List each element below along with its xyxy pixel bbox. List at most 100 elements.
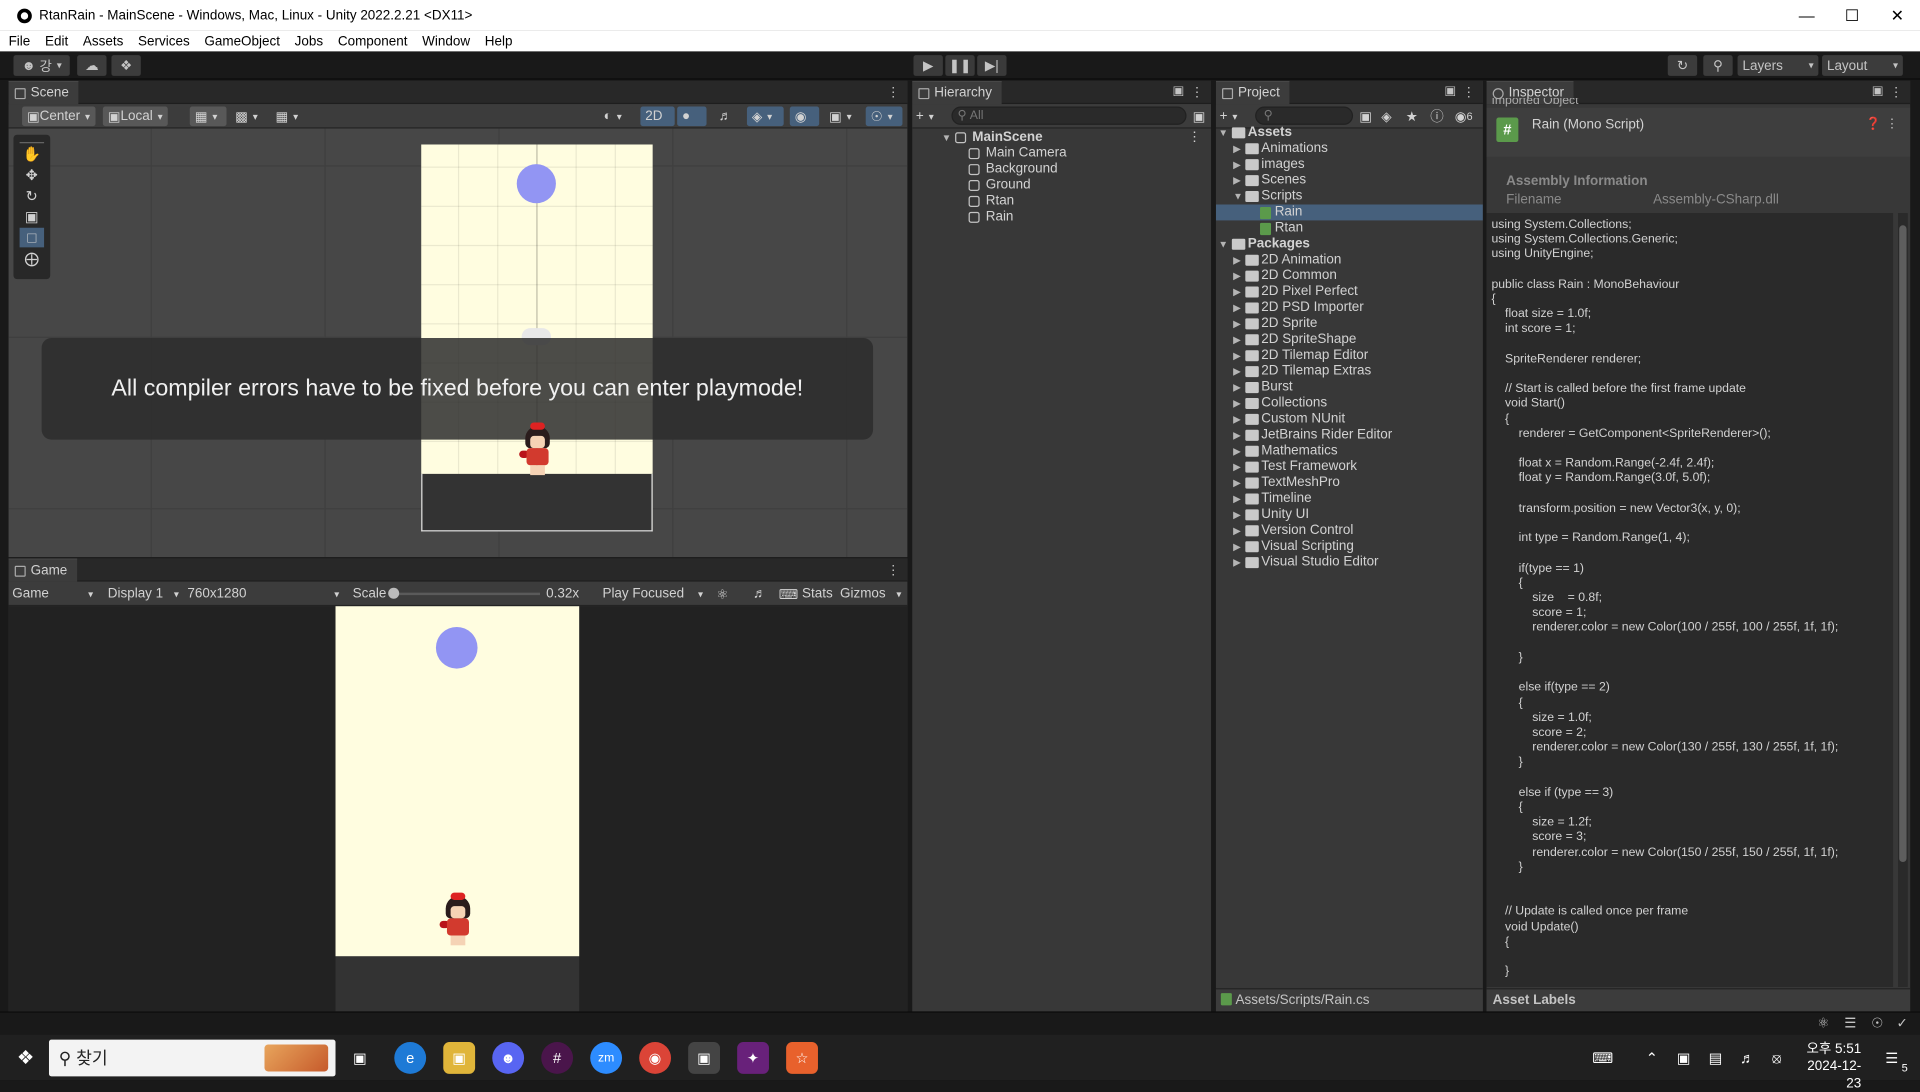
lock-icon[interactable]: ▣ [1872, 84, 1884, 97]
layout-dropdown[interactable]: Layout ▾ [1822, 55, 1903, 76]
check-icon[interactable]: ✓ [1896, 1015, 1907, 1031]
menu-edit[interactable]: Edit [39, 34, 74, 49]
wifi-icon[interactable]: ▤ [1700, 1042, 1732, 1074]
transform-tool-icon[interactable]: ⨁ [20, 249, 44, 269]
chrome-icon[interactable]: ◉ [639, 1042, 672, 1074]
camera-dropdown[interactable]: ▣ ▾ [824, 106, 861, 127]
stats-button[interactable]: Stats [798, 584, 836, 604]
effects-dropdown[interactable]: ◈ ▾ [746, 106, 784, 127]
lock-icon[interactable]: ▣ [1444, 84, 1456, 97]
grid-snap-button[interactable]: ▦ ▾ [189, 106, 227, 127]
package-item[interactable]: ▶ 2D Sprite [1216, 316, 1483, 332]
tab-project[interactable]: Project [1215, 80, 1290, 105]
rect-tool-icon[interactable]: □ [19, 227, 45, 248]
git-client-icon[interactable]: ☆ [786, 1042, 818, 1074]
volume-icon[interactable]: ♬ [1731, 1042, 1763, 1074]
layers-stack-icon[interactable]: ☰ [1844, 1015, 1856, 1031]
package-item[interactable]: ▶ Visual Scripting [1216, 539, 1483, 555]
script-source-view[interactable]: using System.Collections; using System.C… [1486, 213, 1894, 987]
close-button[interactable]: ✕ [1875, 0, 1920, 31]
bug-icon[interactable]: ⚛ [713, 584, 732, 604]
blocked-icon[interactable]: ⦻ [1761, 1042, 1793, 1074]
kebab-menu-icon[interactable]: ⋮ [1462, 84, 1475, 101]
gizmos-dropdown[interactable]: Gizmos ▾ [836, 584, 905, 604]
undo-history-button[interactable]: ↻ [1667, 55, 1698, 76]
grid-toggle-button[interactable]: ▦ ▾ [270, 106, 308, 127]
package-item[interactable]: ▶ Collections [1216, 396, 1483, 412]
visual-studio-icon[interactable]: ✦ [737, 1042, 769, 1074]
cloud-button[interactable]: ☁ [77, 55, 107, 76]
speaker-icon[interactable]: ♬ [749, 584, 770, 604]
move-tool-icon[interactable]: ✥ [20, 165, 44, 185]
package-item[interactable]: ▶ 2D Tilemap Extras [1216, 364, 1483, 380]
menu-component[interactable]: Component [332, 34, 414, 49]
package-item[interactable]: ▶ 2D SpriteShape [1216, 332, 1483, 348]
hierarchy-item[interactable]: Rtan [912, 193, 1211, 209]
layers-dropdown[interactable]: Layers ▾ [1737, 55, 1819, 76]
keyboard-layout-icon[interactable]: ⌨ [1587, 1042, 1619, 1074]
package-item[interactable]: ▶ Visual Studio Editor [1216, 555, 1483, 571]
folder-item[interactable]: ▶ images [1216, 157, 1483, 173]
maximize-button[interactable]: ☐ [1829, 0, 1874, 31]
device-icon[interactable]: ▣ [1668, 1042, 1700, 1074]
scene-visibility-icon[interactable]: ▣ [1189, 107, 1209, 127]
tab-game[interactable]: Game [8, 558, 78, 582]
scale-slider-handle[interactable] [388, 587, 400, 599]
edge-browser-icon[interactable]: e [394, 1042, 427, 1074]
taskbar-search[interactable]: ⚲ 찾기 [48, 1039, 336, 1077]
windows-start-icon[interactable]: ❖ [10, 1042, 42, 1074]
chevron-up-icon[interactable]: ⌃ [1636, 1042, 1668, 1074]
scale-tool-icon[interactable]: ▣ [20, 207, 44, 227]
file-explorer-icon[interactable]: ▣ [443, 1042, 476, 1074]
package-item[interactable]: ▶ Burst [1216, 380, 1483, 396]
package-item[interactable]: ▶ Mathematics [1216, 443, 1483, 459]
audio-toggle[interactable]: ♬ [713, 106, 744, 127]
package-item[interactable]: ▶ 2D Common [1216, 268, 1483, 284]
search-type-icon[interactable]: ▣ [1356, 107, 1376, 127]
lighting-toggle[interactable]: ● [677, 106, 707, 127]
zoom-icon[interactable]: zm [590, 1042, 623, 1074]
folder-item[interactable]: ▼ Scripts [1216, 189, 1483, 205]
package-item[interactable]: ▶ JetBrains Rider Editor [1216, 427, 1483, 443]
pause-button[interactable]: ❚❚ [945, 55, 975, 76]
search-button[interactable]: ⚲ [1703, 55, 1733, 76]
2d-toggle[interactable]: 2D [640, 106, 675, 127]
script-item[interactable]: Rtan [1216, 220, 1483, 236]
pivot-dropdown[interactable]: ▣ Center ▾ [22, 106, 96, 127]
ground-sprite[interactable] [421, 473, 653, 532]
create-asset-button[interactable]: + ▾ [1216, 107, 1241, 127]
menu-services[interactable]: Services [132, 34, 196, 49]
rotate-tool-icon[interactable]: ↻ [20, 186, 44, 206]
menu-assets[interactable]: Assets [77, 34, 130, 49]
rtan-sprite[interactable] [518, 422, 557, 477]
hierarchy-search-input[interactable]: ⚲ All [951, 106, 1187, 125]
view-dropdown[interactable]: Game ▾ [9, 584, 97, 604]
add-object-button[interactable]: + ▾ [912, 107, 937, 127]
package-item[interactable]: ▶ Unity UI [1216, 507, 1483, 523]
menu-help[interactable]: Help [479, 34, 519, 49]
kebab-menu-icon[interactable]: ⋮ [887, 562, 900, 578]
notification-icon[interactable]: ☰ 5 [1876, 1042, 1908, 1073]
scale-slider[interactable] [388, 587, 541, 599]
task-view-icon[interactable]: ▣ [344, 1042, 376, 1074]
menu-window[interactable]: Window [416, 34, 476, 49]
inspector-scrollbar[interactable] [1897, 213, 1908, 987]
package-item[interactable]: ▶ 2D Animation [1216, 252, 1483, 268]
scrollbar-thumb[interactable] [1899, 225, 1907, 863]
game-viewport[interactable] [8, 606, 908, 1012]
resolution-dropdown[interactable]: 760x1280 ▾ [184, 584, 343, 604]
menu-gameobject[interactable]: GameObject [198, 34, 286, 49]
asset-labels-bar[interactable]: Asset Labels [1486, 988, 1911, 1012]
package-item[interactable]: ▶ 2D Pixel Perfect [1216, 284, 1483, 300]
network-icon[interactable]: ☉ [1871, 1015, 1883, 1031]
gizmos-dropdown[interactable]: ☉ ▾ [865, 106, 903, 127]
kebab-menu-icon[interactable]: ⋮ [1886, 118, 1898, 131]
scene-item-mainscene[interactable]: ▼ MainScene ⋮ [912, 130, 1211, 146]
info-icon[interactable]: ⓘ [1427, 107, 1448, 127]
menu-file[interactable]: File [2, 34, 36, 49]
debug-icon[interactable]: ⚛ [1817, 1015, 1829, 1031]
package-item[interactable]: ▶ Test Framework [1216, 459, 1483, 475]
slack-icon[interactable]: # [541, 1042, 574, 1074]
collab-button[interactable]: ❖ [111, 55, 141, 76]
script-item[interactable]: Rain [1215, 204, 1483, 221]
